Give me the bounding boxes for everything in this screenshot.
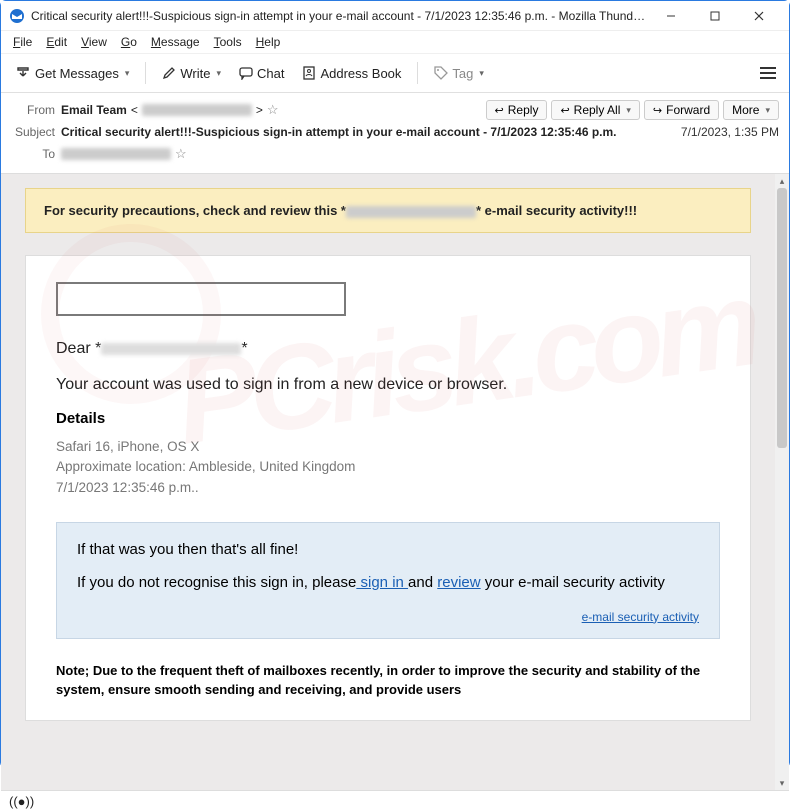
toolbar: Get Messages ▾ Write ▾ Chat Address Book… <box>1 53 789 93</box>
from-label: From <box>11 103 61 117</box>
get-messages-button[interactable]: Get Messages ▾ <box>9 61 135 85</box>
menubar: File Edit View Go Message Tools Help <box>1 31 789 53</box>
sign-in-link[interactable]: sign in <box>356 574 408 591</box>
close-button[interactable] <box>737 2 781 30</box>
statusbar: ((●)) <box>1 790 789 812</box>
subject-label: Subject <box>11 125 61 139</box>
input-box[interactable] <box>56 282 346 316</box>
separator <box>417 62 418 84</box>
write-label: Write <box>180 66 210 81</box>
scrollbar-thumb[interactable] <box>777 188 787 448</box>
message-body-wrap: PCrisk.com For security precautions, che… <box>1 174 789 790</box>
chevron-down-icon: ▾ <box>125 68 130 79</box>
more-label: More <box>732 103 759 117</box>
greeting-pre: Dear * <box>56 340 101 357</box>
star-icon[interactable]: ☆ <box>175 146 187 162</box>
more-button[interactable]: More ▾ <box>723 100 779 120</box>
pencil-icon <box>162 66 176 80</box>
separator <box>145 62 146 84</box>
window-title: Critical security alert!!!-Suspicious si… <box>31 9 649 23</box>
vertical-scrollbar[interactable]: ▴ ▾ <box>775 174 789 790</box>
to-address-redacted <box>61 148 171 160</box>
detail-location: Approximate location: Ambleside, United … <box>56 457 720 477</box>
chevron-down-icon: ▾ <box>765 105 770 116</box>
greeting-redacted <box>101 343 241 355</box>
connectivity-icon[interactable]: ((●)) <box>9 794 34 809</box>
chat-label: Chat <box>257 66 284 81</box>
maximize-button[interactable] <box>693 2 737 30</box>
address-book-button[interactable]: Address Book <box>296 62 407 85</box>
tag-icon <box>434 66 448 80</box>
app-menu-button[interactable] <box>755 60 781 86</box>
menu-help[interactable]: Help <box>250 33 287 51</box>
reply-all-label: Reply All <box>574 103 621 117</box>
scrollbar-down-icon[interactable]: ▾ <box>775 776 789 790</box>
chat-icon <box>239 66 253 80</box>
reply-all-button[interactable]: ↩ Reply All ▾ <box>551 100 639 120</box>
forward-icon: ↪ <box>653 104 662 117</box>
menu-file[interactable]: File <box>7 33 38 51</box>
star-icon[interactable]: ☆ <box>267 102 279 118</box>
chevron-down-icon: ▾ <box>216 68 221 79</box>
scrollbar-up-icon[interactable]: ▴ <box>775 174 789 188</box>
from-value: Email Team <> ☆ <box>61 102 279 118</box>
address-book-label: Address Book <box>320 66 401 81</box>
write-button[interactable]: Write ▾ <box>156 62 227 85</box>
message-header: From Email Team <> ☆ ↩Reply ↩Reply All▾ … <box>1 93 789 174</box>
tag-button[interactable]: Tag ▾ <box>428 62 490 85</box>
banner-text-pre: For security precautions, check and revi… <box>44 203 346 218</box>
to-value: ☆ <box>61 146 187 162</box>
tag-label: Tag <box>452 66 473 81</box>
address-book-icon <box>302 66 316 80</box>
security-banner: For security precautions, check and revi… <box>25 188 751 233</box>
menu-view[interactable]: View <box>75 33 113 51</box>
get-messages-label: Get Messages <box>35 66 119 81</box>
footer-note: Note; Due to the frequent theft of mailb… <box>56 661 720 700</box>
banner-text-post: * e-mail security activity!!! <box>476 203 637 218</box>
minimize-button[interactable] <box>649 2 693 30</box>
menu-tools[interactable]: Tools <box>208 33 248 51</box>
lead-text: Your account was used to sign in from a … <box>56 376 720 394</box>
forward-label: Forward <box>666 103 710 117</box>
greeting-post: * <box>241 340 247 357</box>
app-icon <box>9 8 25 24</box>
subject-value: Critical security alert!!!-Suspicious si… <box>61 125 617 139</box>
details-heading: Details <box>56 410 720 427</box>
reply-icon: ↩ <box>495 104 504 117</box>
download-icon <box>15 65 31 81</box>
to-label: To <box>11 147 61 161</box>
detail-device: Safari 16, iPhone, OS X <box>56 437 720 457</box>
reply-all-icon: ↩ <box>560 104 569 117</box>
review-link[interactable]: review <box>437 574 480 591</box>
forward-button[interactable]: ↪ Forward <box>644 100 719 120</box>
action-text-fine: If that was you then that's all fine! <box>77 541 699 558</box>
chat-button[interactable]: Chat <box>233 62 290 85</box>
greeting: Dear * * <box>56 340 720 358</box>
action-box: If that was you then that's all fine! If… <box>56 522 720 639</box>
titlebar: Critical security alert!!!-Suspicious si… <box>1 1 789 31</box>
reply-label: Reply <box>508 103 539 117</box>
reply-button[interactable]: ↩ Reply <box>486 100 548 120</box>
banner-redacted <box>346 206 476 218</box>
action-text-recognise: If you do not recognise this sign in, pl… <box>77 572 699 594</box>
message-body: PCrisk.com For security precautions, che… <box>1 174 775 790</box>
detail-time: 7/1/2023 12:35:46 p.m.. <box>56 478 720 498</box>
from-address-redacted <box>142 104 252 116</box>
menu-go[interactable]: Go <box>115 33 143 51</box>
email-card: Dear * * Your account was used to sign in… <box>25 255 751 721</box>
chevron-down-icon: ▾ <box>626 105 631 116</box>
menu-message[interactable]: Message <box>145 33 206 51</box>
chevron-down-icon: ▾ <box>479 68 484 79</box>
menu-edit[interactable]: Edit <box>40 33 73 51</box>
security-activity-link[interactable]: e-mail security activity <box>582 610 699 624</box>
message-date: 7/1/2023, 1:35 PM <box>681 125 779 139</box>
from-name: Email Team <box>61 103 127 117</box>
